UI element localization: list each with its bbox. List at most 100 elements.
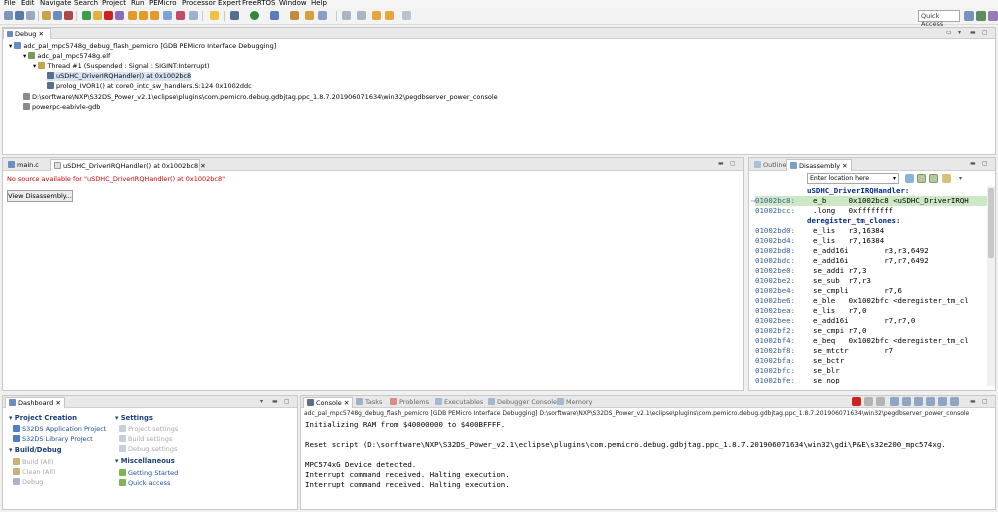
menu-help[interactable]: Help	[311, 0, 327, 7]
disassembly-line[interactable]: 01002bf2: se_cmpi r7,0	[755, 326, 987, 336]
debug-tree-item[interactable]: ▾ Thread #1 (Suspended : Signal : SIGINT…	[33, 62, 210, 71]
step-over-icon[interactable]	[139, 11, 148, 20]
last-edit-icon[interactable]	[372, 11, 381, 20]
quick-access-input[interactable]: Quick Access	[918, 10, 960, 28]
tab-usdhc-handler[interactable]: uSDHC_DriverIRQHandler() at 0x1002bc8 ✕	[50, 159, 206, 171]
go-icon[interactable]	[905, 174, 914, 183]
menu-navigate[interactable]: Navigate	[40, 0, 71, 7]
s32ds-library-project-link[interactable]: S32DS Library Project	[13, 435, 93, 444]
maximize-icon[interactable]: ▢	[284, 399, 291, 405]
suspend-icon[interactable]	[93, 11, 102, 20]
minimize-icon[interactable]: ▬	[970, 30, 977, 36]
terminate-icon[interactable]	[104, 11, 113, 20]
open-perspective-icon[interactable]	[964, 11, 974, 21]
debug-link[interactable]: Debug	[13, 478, 43, 487]
view-menu-icon[interactable]: ▾	[959, 176, 966, 182]
tab-disassembly[interactable]: Disassembly ✕	[786, 159, 852, 171]
debug-tree-item[interactable]: ▾ adc_pal_mpc5748g.elf	[23, 52, 110, 61]
tab-outline[interactable]: Outline	[751, 159, 790, 171]
build-icon[interactable]	[42, 11, 51, 20]
pin-console-icon[interactable]	[926, 397, 935, 406]
build-all-link[interactable]: Build (All)	[13, 458, 54, 467]
remove-launch-icon[interactable]	[864, 397, 873, 406]
tab-memory[interactable]: Memory	[554, 397, 595, 408]
disassembly-line[interactable]: 01002bfc: se_blr	[755, 366, 987, 376]
disassembly-line[interactable]: 01002bcc: .long 0xffffffff	[755, 206, 987, 216]
disassembly-scrollbar[interactable]	[987, 186, 995, 386]
step-into-icon[interactable]	[128, 11, 137, 20]
maximize-icon[interactable]: ▢	[982, 30, 989, 36]
menu-freertos[interactable]: FreeRTOS	[242, 0, 275, 7]
collapse-icon[interactable]: ▭	[946, 30, 953, 36]
remove-all-icon[interactable]	[876, 397, 885, 406]
tab-main-c[interactable]: main.c	[5, 159, 42, 171]
back-icon[interactable]	[385, 11, 394, 20]
disassembly-line[interactable]: 01002bd8: e_add16i r3,r3,6492	[755, 246, 987, 256]
open-type-icon[interactable]	[305, 11, 314, 20]
step-return-icon[interactable]	[150, 11, 159, 20]
run-icon[interactable]	[250, 11, 259, 20]
disassembly-label[interactable]: uSDHC_DriverIRQHandler:	[755, 186, 987, 196]
gear-icon[interactable]	[230, 11, 239, 20]
disassembly-line[interactable]: 01002bd4: e_lis r7,16384	[755, 236, 987, 246]
disassembly-line[interactable]: 01002bee: e_add16i r7,r7,0	[755, 316, 987, 326]
open-folder-icon[interactable]	[290, 11, 299, 20]
maximize-icon[interactable]: ▢	[730, 161, 737, 167]
tab-tasks[interactable]: Tasks	[353, 397, 385, 408]
location-input[interactable]: Enter location here	[807, 173, 899, 184]
view-menu-icon[interactable]: ▾	[958, 30, 965, 36]
tab-executables[interactable]: Executables	[432, 397, 486, 408]
disassembly-line[interactable]: 01002bf8: se_mtctr r7	[755, 346, 987, 356]
open-console-icon[interactable]	[950, 397, 959, 406]
menu-file[interactable]: File	[4, 0, 16, 7]
prev-annotation-icon[interactable]	[357, 11, 366, 20]
menu-window[interactable]: Window	[279, 0, 307, 7]
menu-pemicro[interactable]: PEMicro	[149, 0, 176, 7]
maximize-icon[interactable]: ▢	[982, 399, 989, 405]
disassembly-line[interactable]: 01002be0: se_addi r7,3	[755, 266, 987, 276]
view-disassembly-button[interactable]: View Disassembly...	[7, 190, 73, 202]
display-console-icon[interactable]	[938, 397, 947, 406]
minimize-icon[interactable]: ▬	[970, 399, 977, 405]
terminate-icon[interactable]	[852, 397, 861, 406]
search-icon[interactable]	[318, 11, 327, 20]
link-with-debug-icon[interactable]	[917, 174, 926, 183]
tab-dashboard[interactable]: Dashboard ✕	[5, 397, 65, 408]
scroll-lock-icon[interactable]	[902, 397, 911, 406]
disassembly-label[interactable]: deregister_tm_clones:	[755, 216, 987, 226]
c-perspective-icon[interactable]	[976, 11, 986, 21]
debug-tree-item[interactable]: D:\sorftware\NXP\S32DS_Power_v2.1\eclips…	[23, 93, 498, 102]
restart-icon[interactable]	[189, 11, 198, 20]
disassembly-line[interactable]: 01002be6: e_ble 0x1002bfc <deregister_tm_…	[755, 296, 987, 306]
menu-project[interactable]: Project	[102, 0, 126, 7]
external-tools-icon[interactable]	[270, 11, 279, 20]
project-settings-link[interactable]: Project settings	[119, 425, 178, 434]
menu-edit[interactable]: Edit	[21, 0, 35, 7]
maximize-icon[interactable]: ▢	[982, 161, 989, 167]
debug-tree-item[interactable]: uSDHC_DriverIRQHandler() at 0x1002bc8	[47, 72, 192, 81]
build-settings-link[interactable]: Build settings	[119, 435, 172, 444]
debug-tree-item[interactable]: ▾ adc_pal_mpc5748g_debug_flash_pemicro […	[9, 42, 276, 51]
disassembly-line[interactable]: 01002bea: e_lis r7,0	[755, 306, 987, 316]
refresh-icon[interactable]	[942, 174, 951, 183]
skip-breakpoints-icon[interactable]	[64, 11, 73, 20]
location-dropdown-icon[interactable]: ▾	[893, 174, 899, 183]
tab-debug[interactable]: Debug ✕	[3, 28, 51, 39]
instruction-stepping-icon[interactable]	[163, 11, 172, 20]
disassembly-line[interactable]: 01002be2: se_sub r7,r3	[755, 276, 987, 286]
new-icon[interactable]	[4, 11, 13, 20]
forward-icon[interactable]	[402, 11, 411, 20]
flash-icon[interactable]	[210, 11, 219, 20]
next-annotation-icon[interactable]	[342, 11, 351, 20]
minimize-icon[interactable]: ▬	[272, 399, 279, 405]
clean-all-link[interactable]: Clean (All)	[13, 468, 56, 477]
save-icon[interactable]	[15, 11, 24, 20]
disassembly-line[interactable]: 01002bfa: se_bctr	[755, 356, 987, 366]
minimize-icon[interactable]: ▬	[970, 161, 977, 167]
disassembly-line[interactable]: 01002bf4: e_beq 0x1002bfc <deregister_tm_…	[755, 336, 987, 346]
debug-settings-link[interactable]: Debug settings	[119, 445, 177, 454]
disassembly-line[interactable]: 01002bc8: e_b 0x1002bc8 <uSDHC_DriverIRQH	[755, 196, 987, 206]
tab-console[interactable]: Console ✕	[303, 397, 354, 408]
disassembly-line[interactable]: 01002bd0: e_lis r3,16384	[755, 226, 987, 236]
word-wrap-icon[interactable]	[914, 397, 923, 406]
